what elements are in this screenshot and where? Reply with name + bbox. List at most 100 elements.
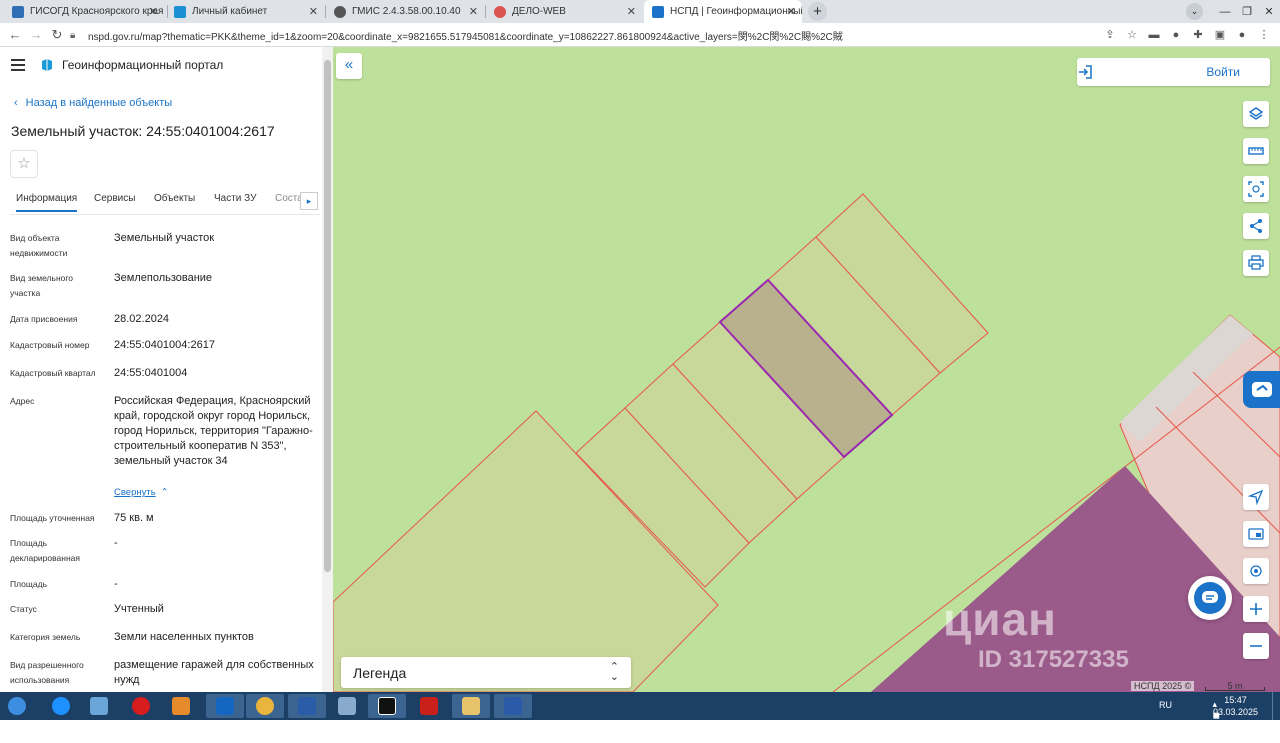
geolocation-button[interactable] <box>1243 558 1269 584</box>
close-tab-icon[interactable]: ✕ <box>149 5 158 18</box>
back-to-results-link[interactable]: ‹ Назад в найденные объекты <box>14 97 172 109</box>
browser-tab[interactable]: ГМИС 2.4.3.58.00.10.40 ✕ <box>326 0 484 23</box>
field-value: размещение гаражей для собственных нужд <box>114 659 314 686</box>
tabs-divider <box>10 214 320 215</box>
address-bar[interactable]: 🔒︎ nspd.gov.ru/map?thematic=PKK&theme_id… <box>70 25 1100 45</box>
field-label: Адрес <box>10 396 35 406</box>
legend-dropdown[interactable]: Легенда ⌃ ⌄ <box>341 657 631 688</box>
minus-icon <box>1250 645 1262 647</box>
panel-scrollbar-thumb[interactable] <box>324 60 331 572</box>
tab-parts[interactable]: Части ЗУ <box>214 193 256 204</box>
tab-objects[interactable]: Объекты <box>154 193 195 204</box>
watermark-id: ID 317527335 <box>978 646 1129 673</box>
taskbar-app[interactable] <box>410 694 448 718</box>
taskbar-app[interactable] <box>206 694 244 718</box>
close-window-icon[interactable]: ✕ <box>1258 5 1280 18</box>
taskbar-app[interactable] <box>288 694 326 718</box>
clock[interactable]: 15:47 03.03.2025 <box>1213 694 1258 718</box>
taskbar-app[interactable] <box>162 694 200 718</box>
show-desktop-button[interactable] <box>1272 692 1280 720</box>
extension-icon[interactable]: ● <box>1168 26 1184 44</box>
ruler-button[interactable] <box>1243 138 1269 164</box>
menu-dots-icon[interactable]: ⋮ <box>1256 26 1272 44</box>
sidepanel-icon[interactable]: ▣ <box>1212 26 1228 44</box>
field-value: - <box>114 537 118 549</box>
print-icon <box>1248 255 1264 270</box>
taskbar-app[interactable] <box>80 694 118 718</box>
forward-arrow-icon[interactable]: → <box>27 26 45 44</box>
print-button[interactable] <box>1243 250 1269 276</box>
browser-tabstrip: ГИСОГД Красноярского края ✕ Личный кабин… <box>0 0 1280 23</box>
area-select-button[interactable] <box>1243 176 1269 202</box>
browser-tab[interactable]: Личный кабинет ✕ <box>166 0 324 23</box>
reload-icon[interactable]: ↻ <box>48 26 66 44</box>
os-taskbar: RU ▴ ◼ ◆ ▮ 15:47 03.03.2025 <box>0 692 1280 742</box>
map-layers <box>333 193 1280 692</box>
support-widget-button[interactable] <box>1243 371 1280 408</box>
close-tab-icon[interactable]: ✕ <box>469 5 478 18</box>
tab-search-icon[interactable]: ⌄ <box>1186 3 1203 20</box>
start-button[interactable] <box>0 694 36 718</box>
address-value: Российская Федерация, Красноярский край,… <box>114 395 313 467</box>
legend-label: Легенда <box>353 665 407 681</box>
bookmark-star-icon[interactable]: ☆ <box>1124 26 1140 44</box>
tab-services[interactable]: Сервисы <box>94 193 135 204</box>
minimize-icon[interactable]: — <box>1214 6 1236 18</box>
field-label: Площадь уточненная <box>10 513 95 523</box>
browser-tab-active[interactable]: НСПД | Геоинформационный п ✕ <box>644 0 802 23</box>
favorite-star-button[interactable]: ☆ <box>10 150 38 178</box>
collapse-address-link[interactable]: Свернуть ⌃ <box>114 487 169 498</box>
tab-title: ДЕЛО-WEB <box>512 6 566 17</box>
zoom-out-button[interactable] <box>1243 633 1269 659</box>
taskbar-app[interactable] <box>328 694 366 718</box>
extension-icon[interactable]: ▬ <box>1146 26 1162 44</box>
language-indicator[interactable]: RU <box>1159 700 1172 710</box>
chat-button[interactable] <box>1188 576 1232 620</box>
browser-toolbar: ← → ↻ 🔒︎ nspd.gov.ru/map?thematic=PKK&th… <box>0 23 1280 47</box>
minimap-button[interactable] <box>1243 521 1269 547</box>
back-arrow-icon[interactable]: ← <box>6 26 24 44</box>
field-label: Кадастровый квартал <box>10 368 96 378</box>
close-tab-icon[interactable]: ✕ <box>309 5 318 18</box>
collapse-label: Свернуть <box>114 487 156 498</box>
login-icon <box>1079 65 1092 79</box>
locate-button[interactable] <box>1243 484 1269 510</box>
layers-icon <box>1248 107 1264 120</box>
clock-date: 03.03.2025 <box>1212 707 1258 717</box>
share-icon[interactable]: ⇪ <box>1102 26 1118 44</box>
layers-button[interactable] <box>1243 101 1269 127</box>
puzzle-icon[interactable]: ✚ <box>1190 26 1206 44</box>
restore-icon[interactable]: ❐ <box>1236 5 1258 18</box>
tab-composition[interactable]: Соста <box>275 193 303 204</box>
field-label: Статус <box>10 604 37 614</box>
watermark-brand: циан <box>943 593 1057 645</box>
close-tab-icon[interactable]: ✕ <box>627 5 636 18</box>
zoom-in-button[interactable] <box>1243 596 1269 622</box>
taskbar-app[interactable] <box>368 694 406 718</box>
new-tab-button[interactable]: + <box>808 2 827 21</box>
close-tab-icon[interactable]: ✕ <box>787 5 796 18</box>
site-favicon-icon <box>174 5 186 18</box>
profile-icon[interactable]: ● <box>1234 26 1250 44</box>
taskbar-app[interactable] <box>494 694 532 718</box>
field-value: - <box>114 578 118 590</box>
taskbar-app[interactable] <box>122 694 160 718</box>
taskbar-app[interactable] <box>246 694 284 718</box>
app-icon <box>338 697 356 715</box>
login-button[interactable]: Войти <box>1077 58 1270 86</box>
lock-icon: 🔒︎ <box>70 29 76 41</box>
tab-information[interactable]: Информация <box>16 193 78 212</box>
collapse-panel-button[interactable]: « <box>336 53 362 79</box>
hamburger-menu-icon[interactable] <box>11 59 25 74</box>
browser-tab[interactable]: ГИСОГД Красноярского края ✕ <box>4 0 164 23</box>
area-select-icon <box>1248 181 1264 197</box>
field-value: 24:55:0401004:2617 <box>114 339 215 351</box>
browser-tab[interactable]: ДЕЛО-WEB ✕ <box>486 0 642 23</box>
field-value: Землепользование <box>114 272 213 284</box>
tabs-scroll-right-icon[interactable]: ▸ <box>300 192 318 210</box>
taskbar-app[interactable] <box>42 694 80 718</box>
share-button[interactable] <box>1243 213 1269 239</box>
taskbar-app[interactable] <box>452 694 490 718</box>
portal-logo-icon <box>42 59 52 71</box>
map-view[interactable]: « Войти циан ID 317527335 Легенда ⌃ ⌄ НС… <box>333 47 1280 692</box>
